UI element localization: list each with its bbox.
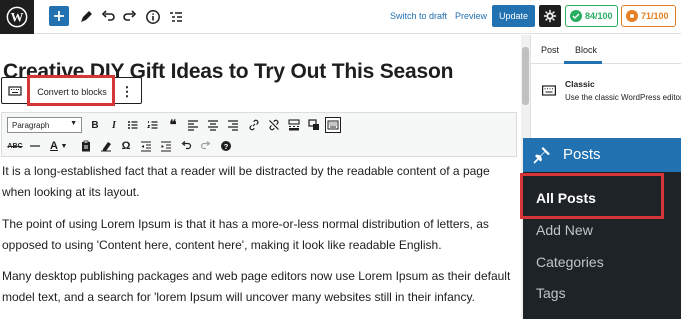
- link-icon[interactable]: [246, 117, 262, 133]
- plus-icon: [54, 11, 64, 21]
- menu-item-add-new[interactable]: Add New: [536, 222, 593, 238]
- pencil-icon[interactable]: [76, 7, 96, 27]
- blockquote-icon[interactable]: ❝: [165, 117, 181, 133]
- clear-formatting-icon[interactable]: [98, 138, 114, 154]
- tab-block[interactable]: Block: [575, 45, 597, 55]
- classic-toolbar-row-2: ABC A ▼ Ω ?: [2, 136, 516, 156]
- redo-icon[interactable]: [120, 7, 140, 27]
- align-center-icon[interactable]: [205, 117, 221, 133]
- admin-posts-menu: Posts All Posts Add New Categories Tags: [523, 138, 681, 319]
- undo-icon[interactable]: [178, 138, 194, 154]
- paragraph-2[interactable]: The point of using Lorem Ipsum is that i…: [2, 214, 518, 256]
- strikethrough-icon[interactable]: ABC: [7, 138, 23, 154]
- posts-menu-header[interactable]: Posts: [523, 138, 681, 172]
- active-tab-indicator: [564, 61, 602, 64]
- format-select[interactable]: Paragraph ▼: [7, 117, 82, 133]
- editor-canvas: Creative DIY Gift Ideas to Try Out This …: [0, 35, 521, 319]
- all-posts-highlight-box: [520, 173, 664, 219]
- align-right-icon[interactable]: [225, 117, 241, 133]
- pushpin-icon: [533, 147, 550, 164]
- more-options-button[interactable]: ⋮: [121, 82, 134, 100]
- convert-highlight-box: [27, 75, 115, 106]
- paste-text-icon[interactable]: [78, 138, 94, 154]
- format-select-value: Paragraph: [12, 120, 50, 130]
- paragraph-1[interactable]: It is a long-established fact that a rea…: [2, 161, 518, 203]
- tab-post[interactable]: Post: [541, 45, 559, 55]
- info-icon[interactable]: [143, 7, 163, 27]
- settings-button[interactable]: [539, 5, 561, 27]
- wordpress-logo-icon[interactable]: W: [0, 0, 34, 34]
- redo-icon[interactable]: [198, 138, 214, 154]
- menu-item-tags[interactable]: Tags: [536, 285, 566, 301]
- update-button[interactable]: Update: [492, 5, 535, 27]
- numbered-list-icon[interactable]: [145, 117, 161, 133]
- svg-text:W: W: [11, 11, 24, 25]
- menu-item-categories[interactable]: Categories: [536, 254, 604, 270]
- editor-top-bar: W Switch to draft Preview Update 84/100 …: [0, 0, 681, 34]
- readability-score-badge[interactable]: 71/100: [621, 5, 676, 27]
- add-block-button[interactable]: [49, 6, 69, 26]
- seo-score-value: 84/100: [585, 11, 613, 21]
- block-card-title: Classic: [565, 79, 595, 89]
- horizontal-line-icon[interactable]: [27, 138, 43, 154]
- special-character-icon[interactable]: Ω: [118, 138, 134, 154]
- preview-button[interactable]: Preview: [455, 11, 487, 21]
- help-icon[interactable]: ?: [218, 138, 234, 154]
- keyboard-icon: [542, 85, 556, 96]
- outdent-icon[interactable]: [138, 138, 154, 154]
- list-view-icon[interactable]: [166, 7, 186, 27]
- fullscreen-icon[interactable]: [306, 117, 322, 133]
- seo-score-icon: [570, 10, 582, 22]
- undo-icon[interactable]: [98, 7, 118, 27]
- posts-menu-label: Posts: [563, 146, 601, 163]
- read-more-icon[interactable]: [286, 117, 302, 133]
- unlink-icon[interactable]: [266, 117, 282, 133]
- seo-score-badge[interactable]: 84/100: [565, 5, 618, 27]
- toolbar-toggle-icon[interactable]: [325, 117, 341, 133]
- bullet-list-icon[interactable]: [125, 117, 141, 133]
- italic-icon[interactable]: I: [106, 117, 122, 133]
- bold-icon[interactable]: B: [87, 117, 103, 133]
- paragraph-3[interactable]: Many desktop publishing packages and web…: [2, 266, 518, 308]
- readability-score-icon: [626, 10, 638, 22]
- indent-icon[interactable]: [158, 138, 174, 154]
- settings-icon: [543, 9, 557, 23]
- sidebar-tabs: Post Block: [531, 35, 681, 64]
- svg-text:?: ?: [224, 142, 229, 151]
- keyboard-icon[interactable]: [8, 84, 22, 98]
- readability-score-value: 71/100: [641, 11, 669, 21]
- classic-toolbar-row-1: Paragraph ▼ B I ❝: [2, 115, 516, 135]
- block-card-description: Use the classic WordPress editor: [565, 93, 681, 102]
- align-left-icon[interactable]: [185, 117, 201, 133]
- color-dropdown-icon[interactable]: ▼: [59, 138, 69, 154]
- switch-to-draft-button[interactable]: Switch to draft: [390, 11, 447, 21]
- classic-editor-toolbar: Paragraph ▼ B I ❝ ABC A ▼ Ω ?: [1, 112, 517, 157]
- chevron-down-icon: ▼: [70, 120, 77, 127]
- scrollbar-thumb[interactable]: [522, 47, 529, 105]
